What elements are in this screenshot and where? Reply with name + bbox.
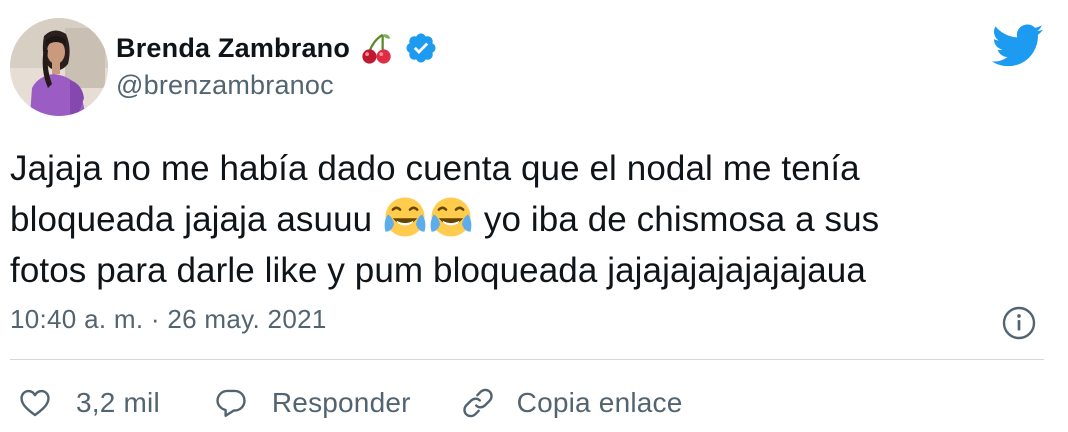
reply-button[interactable]: Responder bbox=[214, 386, 411, 420]
tweet-line-3: fotos para darle like y pum bloqueada ja… bbox=[10, 251, 866, 290]
like-count[interactable]: 3,2 mil bbox=[76, 387, 160, 419]
tweet-line-2-end: yo iba de chismosa a sus bbox=[474, 200, 880, 239]
info-icon[interactable] bbox=[1001, 305, 1037, 341]
copy-link-button[interactable]: Copia enlace bbox=[461, 386, 683, 420]
speech-bubble-icon[interactable] bbox=[214, 386, 248, 420]
verified-badge-icon bbox=[406, 33, 436, 63]
copy-link-label[interactable]: Copia enlace bbox=[517, 387, 683, 419]
author-handle[interactable]: @brenzambranoc bbox=[116, 70, 334, 101]
tears-of-joy-emoji-icon bbox=[384, 197, 426, 237]
twitter-bird-icon[interactable] bbox=[992, 24, 1044, 68]
author-name-row[interactable]: Brenda Zambrano bbox=[116, 28, 438, 68]
tweet-timestamp[interactable]: 10:40 a. m. · 26 may. 2021 bbox=[10, 304, 327, 335]
heart-icon[interactable] bbox=[18, 386, 52, 420]
tweet-line-2: bloqueada jajaja asuuu yo iba de chismos… bbox=[10, 194, 1040, 245]
tweet-text: Jajaja no me había dado cuenta que el no… bbox=[10, 143, 1040, 296]
tweet-line-1: Jajaja no me había dado cuenta que el no… bbox=[10, 149, 860, 188]
tears-of-joy-emoji-icon bbox=[430, 197, 472, 237]
avatar[interactable] bbox=[10, 18, 108, 116]
tweet-actions: 3,2 mil Responder Copia enlace bbox=[18, 380, 683, 426]
author-display-name[interactable]: Brenda Zambrano bbox=[116, 33, 350, 64]
tweet-card: Brenda Zambrano @brenzambranoc Jajaja no… bbox=[0, 0, 1068, 432]
tweet-line-2-start: bloqueada jajaja asuuu bbox=[10, 200, 383, 239]
reply-label[interactable]: Responder bbox=[272, 387, 411, 419]
cherries-icon bbox=[362, 33, 391, 64]
like-button[interactable]: 3,2 mil bbox=[18, 386, 160, 420]
link-icon[interactable] bbox=[461, 386, 495, 420]
divider bbox=[10, 359, 1044, 360]
